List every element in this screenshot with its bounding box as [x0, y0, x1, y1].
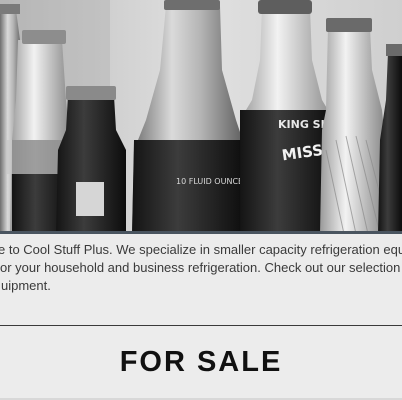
intro-text: e to Cool Stuff Plus. We specialize in s…	[0, 238, 402, 308]
hero-image: 10 FLUID OUNCES KING SIZE MISSION	[0, 0, 402, 234]
hero-bottom-border	[0, 231, 402, 234]
soda-bottles-photo: 10 FLUID OUNCES KING SIZE MISSION	[0, 0, 402, 234]
section-divider	[0, 325, 402, 326]
intro-line-3: uipment.	[1, 278, 51, 293]
intro-line-2: or your household and business refrigera…	[0, 260, 402, 275]
for-sale-heading: FOR SALE	[119, 346, 283, 378]
intro-line-1: e to Cool Stuff Plus. We specialize in s…	[0, 242, 402, 257]
bottle-label-fluid-ounces: 10 FLUID OUNCES	[176, 177, 248, 186]
